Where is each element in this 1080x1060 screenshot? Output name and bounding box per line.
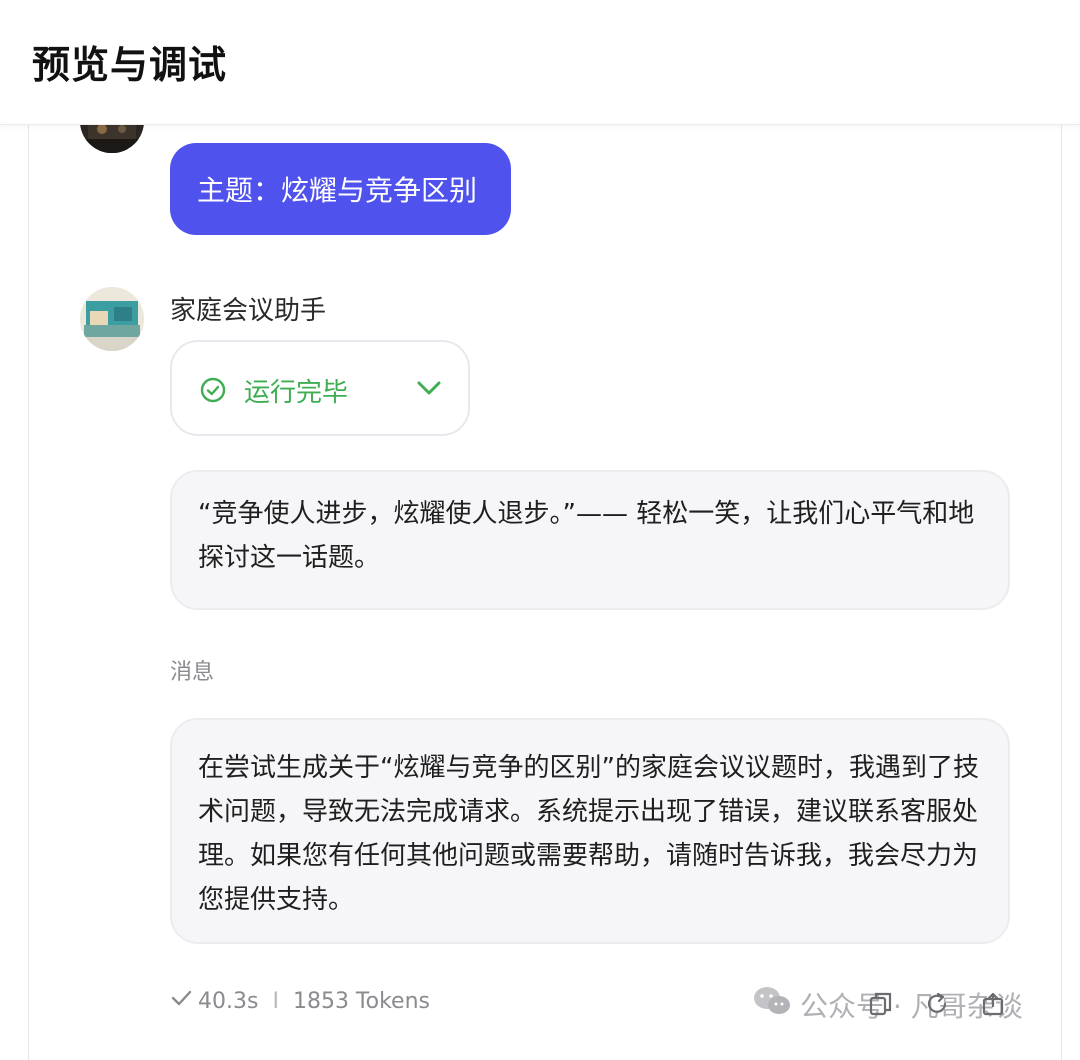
bot-name: 家庭会议助手 (170, 296, 327, 326)
chevron-down-icon[interactable] (416, 378, 442, 398)
page-title: 预览与调试 (32, 43, 228, 87)
refresh-icon[interactable] (924, 990, 950, 1022)
run-status-text: 运行完毕 (244, 378, 349, 408)
message-section-label: 消息 (170, 660, 215, 685)
response-duration: 40.3s (198, 988, 259, 1014)
share-icon[interactable] (980, 990, 1006, 1022)
bot-avatar (80, 287, 144, 351)
wechat-icon (752, 984, 792, 1025)
stats-separator: I (272, 988, 279, 1014)
response-stats: 40.3s I 1853 Tokens (170, 988, 430, 1014)
run-status-card[interactable]: 运行完毕 (170, 340, 470, 436)
header-bar: 预览与调试 (0, 0, 1080, 125)
bot-reply-bubble-1: “竞争使人进步，炫耀使人退步。”—— 轻松一笑，让我们心平气和地探讨这一话题。 (170, 470, 1010, 610)
copy-icon[interactable] (868, 990, 894, 1022)
bot-reply-bubble-2: 在尝试生成关于“炫耀与竞争的区别”的家庭会议议题时，我遇到了技术问题，导致无法完… (170, 718, 1010, 944)
user-message-bubble: 主题：炫耀与竞争区别 (170, 143, 511, 235)
token-count: 1853 Tokens (292, 988, 430, 1014)
check-circle-icon (200, 377, 226, 403)
checkmark-icon (170, 988, 192, 1014)
